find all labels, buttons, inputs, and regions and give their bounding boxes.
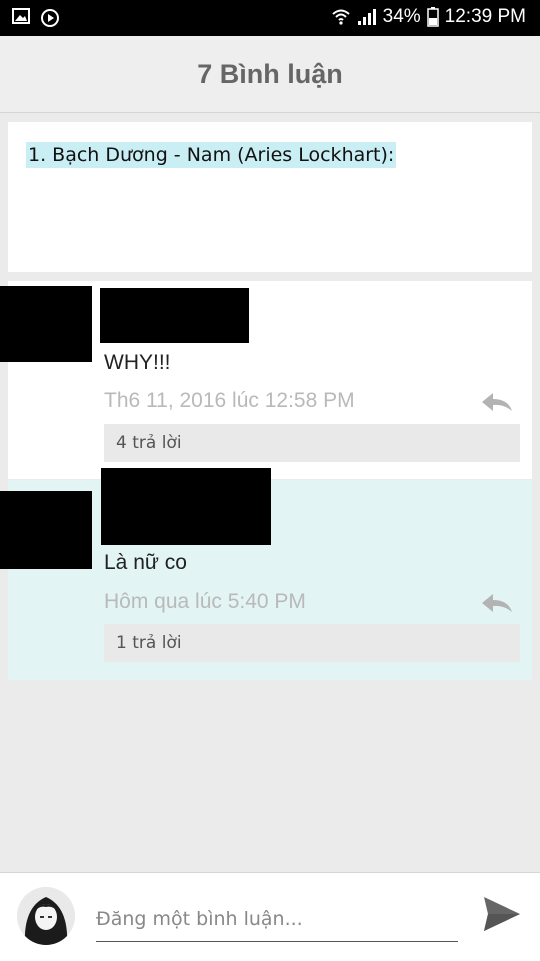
battery-icon — [426, 7, 439, 27]
post-snippet-card: 1. Bạch Dương - Nam (Aries Lockhart): — [8, 122, 532, 272]
user-avatar-image — [17, 887, 75, 945]
replies-count: 1 trả lời — [116, 633, 182, 653]
avatar[interactable] — [0, 491, 92, 569]
media-notification-icon — [41, 9, 59, 27]
comment-text: Là nữ co — [104, 551, 187, 574]
image-notification-icon — [12, 8, 30, 24]
comment-composer — [0, 872, 540, 961]
replies-count: 4 trả lời — [116, 433, 182, 453]
view-replies-button[interactable]: 4 trả lời — [104, 424, 520, 462]
avatar[interactable] — [0, 286, 92, 362]
send-button[interactable] — [478, 890, 526, 938]
wifi-icon — [331, 9, 350, 25]
commenter-name-redacted[interactable] — [100, 288, 249, 343]
comment-input[interactable] — [96, 897, 458, 942]
commenter-name-redacted[interactable] — [101, 468, 271, 545]
reply-icon[interactable] — [480, 391, 514, 413]
user-avatar — [17, 887, 75, 945]
clock: 12:39 PM — [444, 6, 526, 27]
send-icon — [484, 897, 520, 931]
comment-item[interactable]: Là nữ co Hôm qua lúc 5:40 PM 1 trả lời — [0, 468, 532, 680]
reply-icon[interactable] — [480, 592, 514, 614]
page-title: 7 Bình luận — [197, 58, 343, 89]
comment-timestamp: Th6 11, 2016 lúc 12:58 PM — [104, 389, 355, 412]
comments-header: 7 Bình luận — [0, 36, 540, 113]
signal-icon — [357, 9, 376, 25]
comment-text: WHY!!! — [104, 351, 171, 374]
view-replies-button[interactable]: 1 trả lời — [104, 624, 520, 662]
status-bar: 34% 12:39 PM — [0, 0, 540, 36]
comment-timestamp: Hôm qua lúc 5:40 PM — [104, 590, 306, 613]
battery-percent: 34% — [382, 6, 421, 27]
comment-item[interactable]: WHY!!! Th6 11, 2016 lúc 12:58 PM 4 trả l… — [0, 281, 532, 479]
post-title: 1. Bạch Dương - Nam (Aries Lockhart): — [26, 142, 397, 168]
